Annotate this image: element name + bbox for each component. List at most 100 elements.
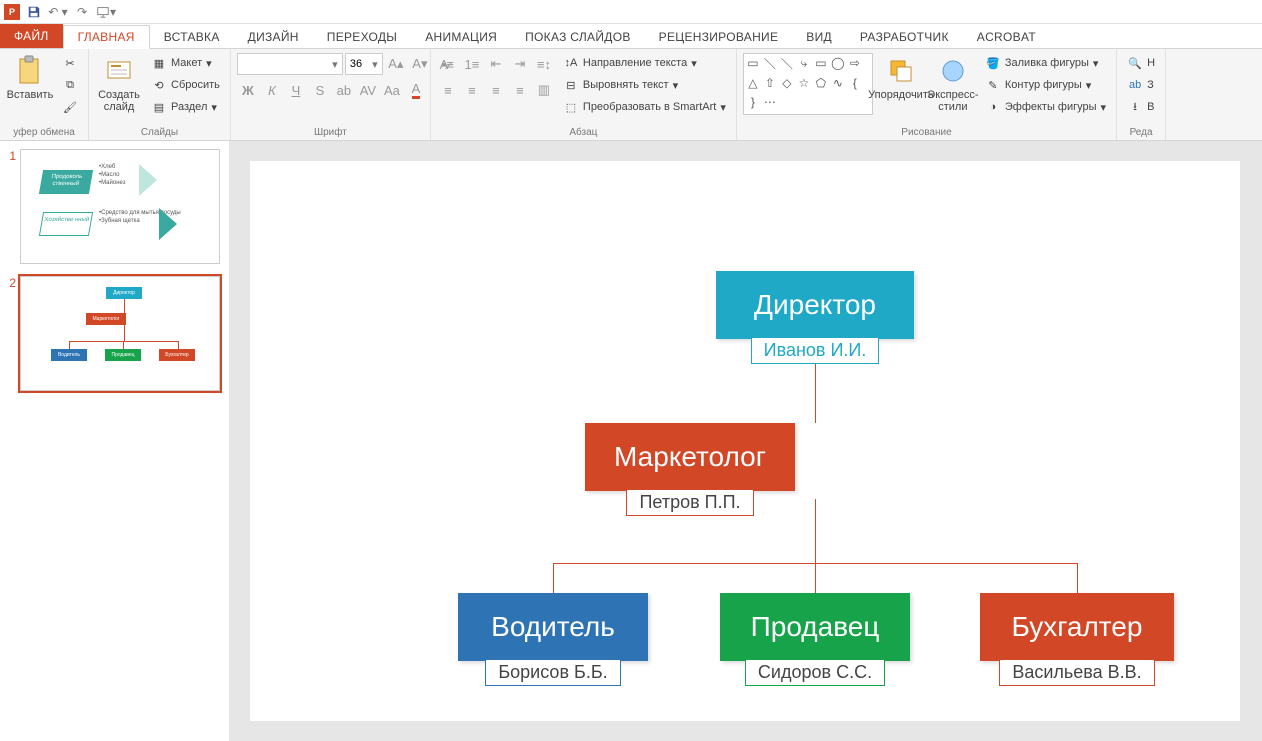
org-node-title: Продавец <box>720 593 910 661</box>
shape-oval-icon[interactable]: ◯ <box>831 56 845 70</box>
underline-button[interactable]: Ч <box>285 79 307 101</box>
outdent-button[interactable]: ⇤ <box>485 53 507 75</box>
spacing-button[interactable]: AV <box>357 79 379 101</box>
font-size-combo[interactable]: ▾ <box>345 53 383 75</box>
chevron-down-icon[interactable]: ▾ <box>328 58 342 71</box>
select-icon: ⭳ <box>1127 99 1143 115</box>
shape-brace2-icon[interactable]: } <box>746 95 760 109</box>
strike-button[interactable]: S <box>309 79 331 101</box>
paste-button[interactable]: Вставить <box>6 53 54 119</box>
justify-button[interactable]: ≡ <box>509 79 531 101</box>
tab-file[interactable]: ФАЙЛ <box>0 24 63 48</box>
quick-styles-button[interactable]: Экспресс- стили <box>929 53 977 119</box>
shape-callout-icon[interactable]: ⬠ <box>814 76 828 90</box>
tab-transitions[interactable]: ПЕРЕХОДЫ <box>313 26 411 48</box>
case-button[interactable]: Aa <box>381 79 403 101</box>
shape-curve-icon[interactable]: ∿ <box>831 76 845 90</box>
copy-button[interactable]: ⧉ <box>58 75 82 95</box>
format-painter-button[interactable]: 🖌 <box>58 97 82 117</box>
tab-home[interactable]: ГЛАВНАЯ <box>63 25 150 49</box>
increase-font-button[interactable]: A▴ <box>385 53 407 75</box>
layout-button[interactable]: ▦Макет ▾ <box>147 53 224 73</box>
shape-diamond-icon[interactable]: ◇ <box>780 76 794 90</box>
decrease-font-button[interactable]: A▾ <box>409 53 431 75</box>
smartart-button[interactable]: ⬚Преобразовать в SmartArt ▾ <box>559 97 730 117</box>
shape-rect2-icon[interactable]: ▭ <box>814 56 828 70</box>
replace-button[interactable]: abЗ <box>1123 75 1159 95</box>
effects-icon: ◑ <box>985 99 1001 115</box>
tab-acrobat[interactable]: ACROBAT <box>963 26 1050 48</box>
line-spacing-button[interactable]: ≡↕ <box>533 53 555 75</box>
text-direction-button[interactable]: ↕AНаправление текста ▾ <box>559 53 730 73</box>
tab-review[interactable]: РЕЦЕНЗИРОВАНИЕ <box>645 26 793 48</box>
shape-effects-button[interactable]: ◑Эффекты фигуры ▾ <box>981 97 1110 117</box>
tab-developer[interactable]: РАЗРАБОТЧИК <box>846 26 963 48</box>
tab-slideshow[interactable]: ПОКАЗ СЛАЙДОВ <box>511 26 645 48</box>
align-text-icon: ⊟ <box>563 77 579 93</box>
shape-connector-icon[interactable]: ⤷ <box>797 56 811 70</box>
shape-line2-icon[interactable]: ＼ <box>780 56 794 70</box>
tab-animation[interactable]: АНИМАЦИЯ <box>411 26 511 48</box>
slide-canvas[interactable]: Директор Иванов И.И. Маркетолог Петров П… <box>230 141 1262 741</box>
reset-icon: ⟲ <box>151 77 167 93</box>
shape-arrow-icon[interactable]: ⇨ <box>848 56 862 70</box>
numbering-button[interactable]: 1≡ <box>461 53 483 75</box>
indent-button[interactable]: ⇥ <box>509 53 531 75</box>
shape-arrow2-icon[interactable]: ⇧ <box>763 76 777 90</box>
org-node-seller[interactable]: Продавец Сидоров С.С. <box>720 593 910 686</box>
find-icon: 🔍 <box>1127 55 1143 71</box>
tab-insert[interactable]: ВСТАВКА <box>150 26 234 48</box>
group-clipboard: Вставить ✂ ⧉ 🖌 уфер обмена <box>0 49 89 140</box>
slide-thumbnails[interactable]: 1 Продоволь ственный •Хлеб•Масло•Майонез… <box>0 141 230 741</box>
tab-design[interactable]: ДИЗАЙН <box>234 26 313 48</box>
shape-line-icon[interactable]: ＼ <box>763 56 777 70</box>
shape-outline-button[interactable]: ✎Контур фигуры ▾ <box>981 75 1110 95</box>
align-text-button[interactable]: ⊟Выровнять текст ▾ <box>559 75 730 95</box>
org-node-driver[interactable]: Водитель Борисов Б.Б. <box>458 593 648 686</box>
text-direction-icon: ↕A <box>563 55 579 71</box>
font-color-button[interactable]: A <box>405 79 427 101</box>
font-family-input[interactable] <box>238 58 328 70</box>
section-button[interactable]: ▤Раздел ▾ <box>147 97 224 117</box>
tab-view[interactable]: ВИД <box>792 26 846 48</box>
shape-fill-button[interactable]: 🪣Заливка фигуры ▾ <box>981 53 1110 73</box>
qat-slideshow-button[interactable]: ▾ <box>96 2 116 22</box>
slide-thumbnail-2[interactable]: Директор Маркетолог Водитель Продавец Бу… <box>20 276 220 391</box>
org-node-title: Маркетолог <box>585 423 795 491</box>
qat-redo-button[interactable]: ↷ <box>72 2 92 22</box>
thumb-number: 2 <box>6 276 20 391</box>
group-font-label: Шрифт <box>237 127 424 140</box>
arrange-button[interactable]: Упорядочить <box>877 53 925 119</box>
bullets-button[interactable]: •≡ <box>437 53 459 75</box>
org-node-accountant[interactable]: Бухгалтер Васильева В.В. <box>980 593 1174 686</box>
font-size-input[interactable] <box>346 58 368 70</box>
slide[interactable]: Директор Иванов И.И. Маркетолог Петров П… <box>250 161 1240 721</box>
new-slide-button[interactable]: Создать слайд <box>95 53 143 119</box>
shapes-gallery[interactable]: ▭ ＼ ＼ ⤷ ▭ ◯ ⇨ △ ⇧ ◇ ☆ ⬠ ∿ { } ⋯ <box>743 53 873 115</box>
align-left-button[interactable]: ≡ <box>437 79 459 101</box>
font-family-combo[interactable]: ▾ <box>237 53 343 75</box>
columns-button[interactable]: ▥ <box>533 79 555 101</box>
shadow-button[interactable]: ab <box>333 79 355 101</box>
align-center-button[interactable]: ≡ <box>461 79 483 101</box>
connector <box>553 563 554 593</box>
cut-button[interactable]: ✂ <box>58 53 82 73</box>
qat-save-button[interactable] <box>24 2 44 22</box>
reset-button[interactable]: ⟲Сбросить <box>147 75 224 95</box>
italic-button[interactable]: К <box>261 79 283 101</box>
shape-tri-icon[interactable]: △ <box>746 76 760 90</box>
bold-button[interactable]: Ж <box>237 79 259 101</box>
chevron-down-icon[interactable]: ▾ <box>368 58 382 71</box>
select-button[interactable]: ⭳В <box>1123 97 1159 117</box>
shape-more-icon[interactable]: ⋯ <box>763 95 777 109</box>
new-slide-label: Создать слайд <box>98 89 140 113</box>
find-button[interactable]: 🔍Н <box>1123 53 1159 73</box>
shape-brace-icon[interactable]: { <box>848 76 862 90</box>
slide-thumbnail-1[interactable]: Продоволь ственный •Хлеб•Масло•Майонез Х… <box>20 149 220 264</box>
org-node-director[interactable]: Директор Иванов И.И. <box>716 271 914 364</box>
shape-star-icon[interactable]: ☆ <box>797 76 811 90</box>
align-right-button[interactable]: ≡ <box>485 79 507 101</box>
shape-rect-icon[interactable]: ▭ <box>746 56 760 70</box>
org-node-marketer[interactable]: Маркетолог Петров П.П. <box>585 423 795 516</box>
qat-undo-button[interactable]: ↶ ▾ <box>48 2 68 22</box>
